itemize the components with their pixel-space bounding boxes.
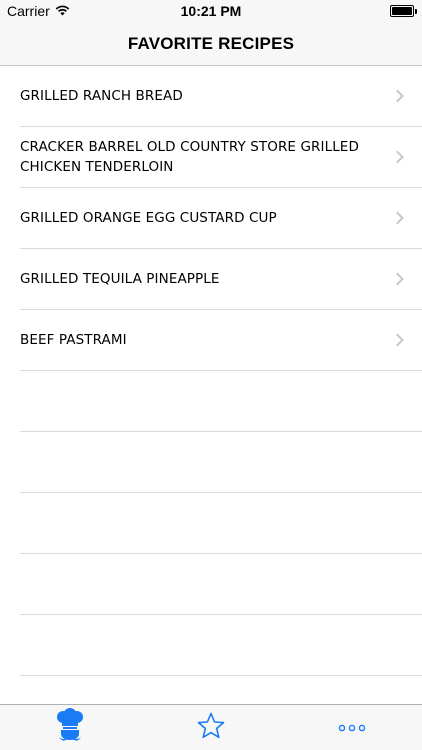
status-bar: Carrier 10:21 PM [0,0,422,22]
list-item[interactable]: GRILLED TEQUILA PINEAPPLE [20,249,422,310]
battery-icon [390,5,414,17]
recipe-label: BEEF PASTRAMI [20,332,127,348]
recipe-label: GRILLED TEQUILA PINEAPPLE [20,271,220,287]
chevron-right-icon [391,272,404,286]
list-item[interactable]: GRILLED RANCH BREAD [20,66,422,127]
battery-tip [415,9,417,14]
list-item[interactable]: BEEF PASTRAMI [20,310,422,371]
tab-bar [0,704,422,750]
more-icon [338,719,366,737]
recipe-label: CRACKER BARREL OLD COUNTRY STORE GRILLED… [20,139,359,175]
tab-more[interactable] [282,705,422,750]
chevron-right-icon [391,150,404,164]
list-item[interactable]: CRACKER BARREL OLD COUNTRY STORE GRILLED… [20,127,422,188]
empty-row [20,615,422,676]
chevron-right-icon [391,333,404,347]
empty-row [20,493,422,554]
empty-row [20,432,422,493]
recipe-label: GRILLED ORANGE EGG CUSTARD CUP [20,210,277,226]
tab-recipes[interactable] [0,705,140,750]
recipe-list: GRILLED RANCH BREAD CRACKER BARREL OLD C… [0,66,422,704]
tab-favorites[interactable] [141,705,281,750]
star-icon [197,712,225,744]
chef-icon [55,708,85,747]
chevron-right-icon [391,89,404,103]
status-time: 10:21 PM [180,3,242,19]
chevron-right-icon [391,211,404,225]
empty-row [20,371,422,432]
page-title: FAVORITE RECIPES [127,33,295,53]
navigation-bar: FAVORITE RECIPES [0,22,422,66]
recipe-label: GRILLED RANCH BREAD [20,88,183,104]
list-item[interactable]: GRILLED ORANGE EGG CUSTARD CUP [20,188,422,249]
empty-row [20,554,422,615]
